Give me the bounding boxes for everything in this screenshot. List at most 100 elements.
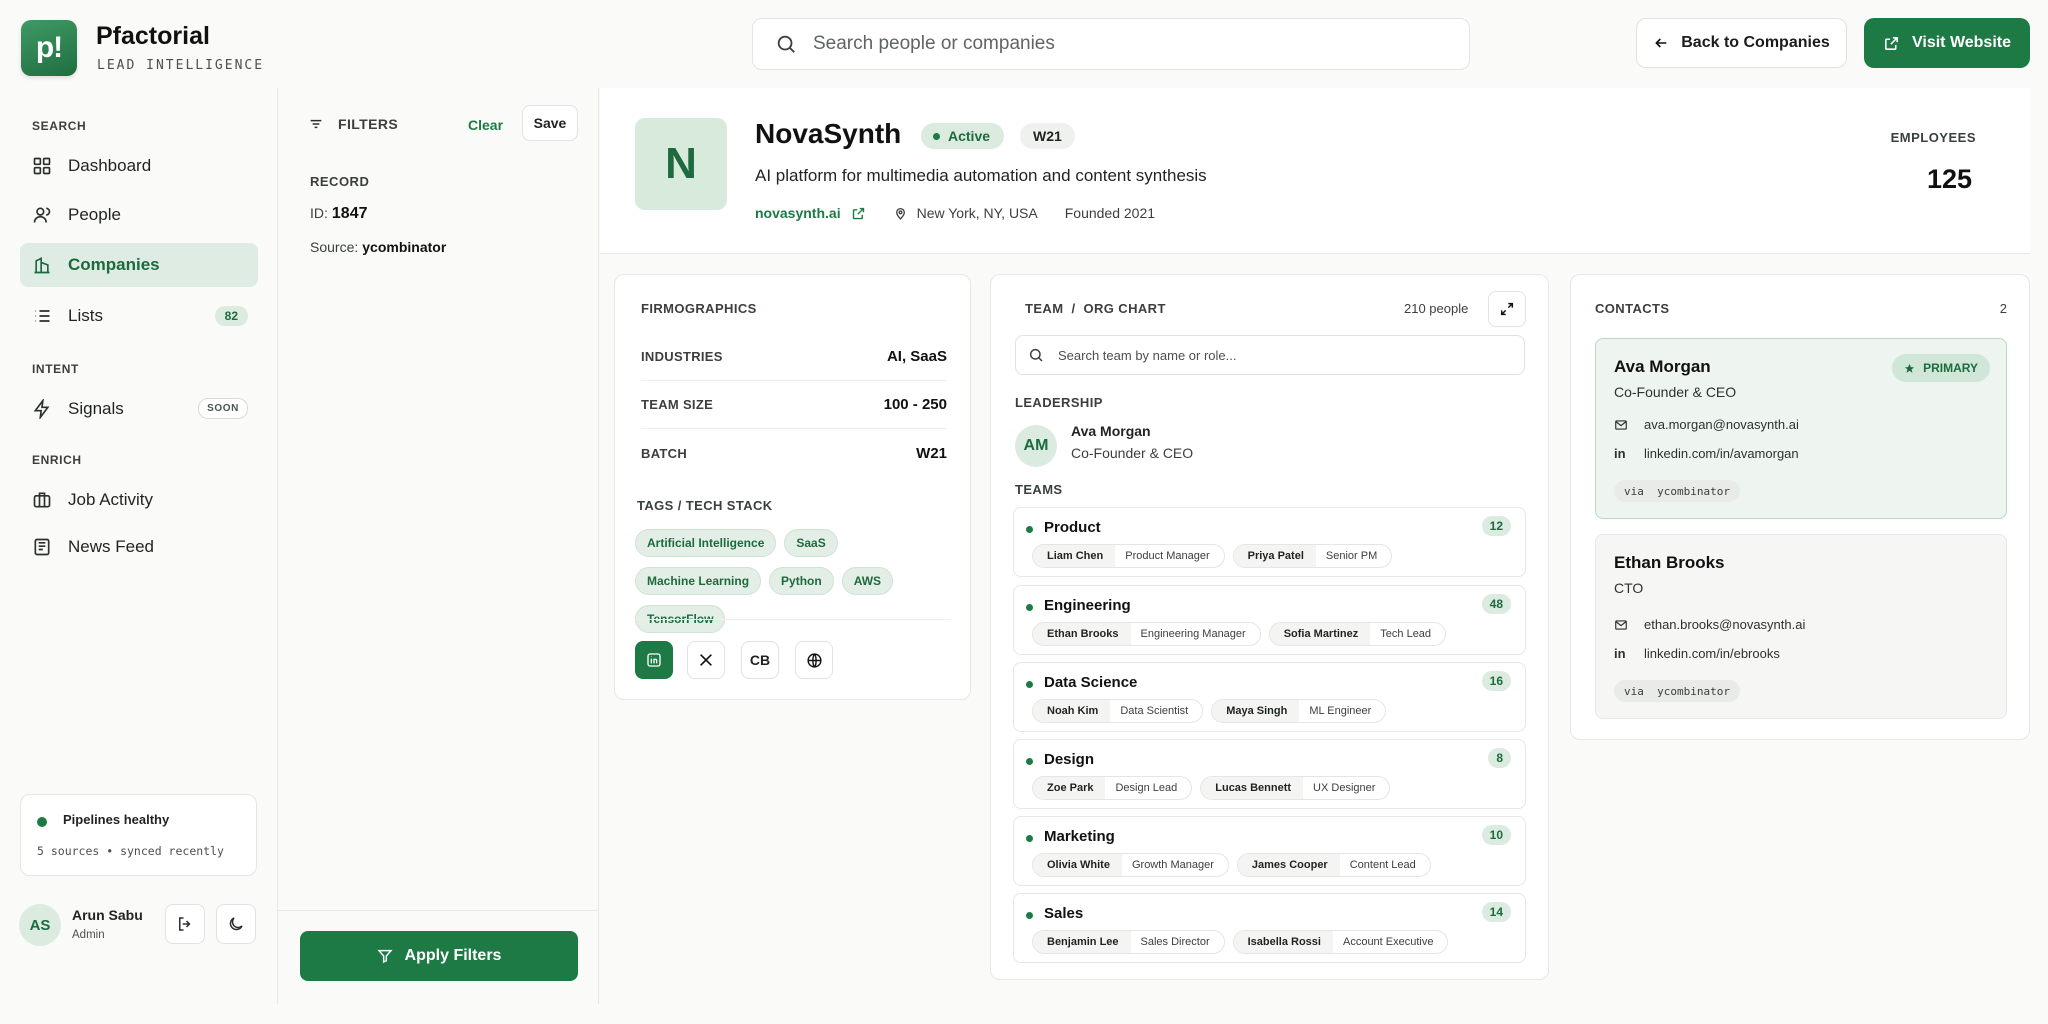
sidebar-item-dashboard[interactable]: Dashboard: [20, 144, 258, 188]
apply-filters-button[interactable]: Apply Filters: [300, 931, 578, 981]
contact-email: ethan.brooks@novasynth.ai: [1644, 617, 1806, 632]
sidebar-item-lists[interactable]: Lists 82: [20, 294, 258, 338]
member-name: Ethan Brooks: [1033, 623, 1131, 645]
leader-name[interactable]: Ava Morgan: [1071, 423, 1151, 439]
member-role: UX Designer: [1313, 782, 1376, 794]
contact-linkedin-row[interactable]: in linkedin.com/in/ebrooks: [1614, 646, 1780, 661]
team-row-product[interactable]: Product 12 Liam Chen Product Manager Priy…: [1013, 507, 1526, 577]
record-id: ID: 1847: [310, 205, 367, 223]
avatar[interactable]: AM: [1015, 425, 1057, 467]
member-pill[interactable]: Maya Singh ML Engineer: [1211, 699, 1387, 723]
save-filters-button[interactable]: Save: [522, 105, 578, 141]
building-icon: [32, 255, 52, 275]
batch-badge: W21: [1020, 123, 1075, 149]
team-row-marketing[interactable]: Marketing 10 Olivia White Growth Manager …: [1013, 816, 1526, 886]
tag[interactable]: Artificial Intelligence: [635, 529, 777, 557]
member-pill[interactable]: Priya Patel Senior PM: [1232, 544, 1393, 568]
visit-website-button[interactable]: Visit Website: [1864, 18, 2030, 68]
team-name: Data Science: [1044, 674, 1138, 691]
linkedin-button[interactable]: [635, 641, 673, 679]
team-name: Engineering: [1044, 597, 1131, 614]
member-pill[interactable]: Noah Kim Data Scientist: [1032, 699, 1204, 723]
member-pill[interactable]: Olivia White Growth Manager: [1032, 853, 1229, 877]
company-website-link[interactable]: novasynth.ai: [755, 205, 841, 221]
brand-initials: p!: [35, 31, 63, 64]
team-dot: [1026, 681, 1033, 688]
team-search-input[interactable]: Search team by name or role...: [1015, 335, 1525, 375]
expand-button[interactable]: [1488, 291, 1526, 327]
contact-email-row[interactable]: ethan.brooks@novasynth.ai: [1614, 617, 1805, 632]
member-pill[interactable]: James Cooper Content Lead: [1236, 853, 1431, 877]
team-count-badge: 10: [1481, 825, 1511, 845]
member-name: Isabella Rossi: [1233, 931, 1333, 953]
member-pill[interactable]: Zoe Park Design Lead: [1032, 776, 1193, 800]
x-logo-icon: [698, 652, 714, 668]
tag[interactable]: Machine Learning: [635, 567, 762, 595]
tag[interactable]: AWS: [841, 567, 894, 595]
member-role: Content Lead: [1349, 859, 1416, 871]
team-count-badge: 12: [1481, 516, 1511, 536]
team-dot: [1026, 526, 1033, 533]
status-label: Active: [948, 128, 991, 144]
team-name: Marketing: [1044, 828, 1115, 845]
pipeline-status-detail: 5 sources • synced recently: [37, 844, 224, 858]
member-role: Account Executive: [1342, 936, 1434, 948]
funnel-icon: [376, 948, 393, 964]
sidebar-item-people[interactable]: People: [20, 193, 258, 237]
sidebar-item-news-feed[interactable]: News Feed: [20, 525, 258, 569]
team-members: Zoe Park Design Lead Lucas Bennett UX Desi…: [1032, 776, 1391, 800]
theme-toggle-button[interactable]: [216, 904, 256, 944]
external-link-icon: [1883, 35, 1900, 52]
tag[interactable]: SaaS: [784, 529, 838, 557]
primary-label: PRIMARY: [1923, 361, 1978, 375]
team-name: Design: [1044, 751, 1095, 768]
back-to-companies-button[interactable]: Back to Companies: [1636, 18, 1847, 68]
external-link-icon[interactable]: [851, 206, 866, 221]
brand-logo[interactable]: p!: [21, 20, 77, 76]
member-pill[interactable]: Sofia Martinez Tech Lead: [1268, 622, 1447, 646]
user-avatar[interactable]: AS: [19, 904, 61, 946]
team-count-badge: 8: [1488, 748, 1511, 768]
team-dot: [1026, 758, 1033, 765]
sidebar-item-job-activity[interactable]: Job Activity: [20, 478, 258, 522]
website-button[interactable]: [795, 641, 833, 679]
crunchbase-button[interactable]: CB: [741, 641, 779, 679]
contact-card[interactable]: Ethan Brooks CTO ethan.brooks@novasynth.…: [1595, 534, 2007, 719]
team-members: Ethan Brooks Engineering Manager Sofia Ma…: [1032, 622, 1447, 646]
team-row-data-science[interactable]: Data Science 16 Noah Kim Data Scientist M…: [1013, 662, 1526, 732]
member-pill[interactable]: Isabella Rossi Account Executive: [1232, 930, 1449, 954]
company-founded: Founded 2021: [1064, 205, 1156, 221]
contact-card[interactable]: Ava Morgan PRIMARY Co-Founder & CEO ava.…: [1595, 338, 2007, 519]
firmographics-row: TEAM SIZE 100 - 250: [641, 381, 947, 429]
contact-linkedin-row[interactable]: in linkedin.com/in/avamorgan: [1614, 446, 1799, 461]
contact-email-row[interactable]: ava.morgan@novasynth.ai: [1614, 417, 1799, 432]
team-row-design[interactable]: Design 8 Zoe Park Design Lead Lucas Benne…: [1013, 739, 1526, 809]
team-row-sales[interactable]: Sales 14 Benjamin Lee Sales Director Isab…: [1013, 893, 1526, 963]
sidebar-item-signals[interactable]: Signals SOON: [20, 387, 258, 431]
member-pill[interactable]: Lucas Bennett UX Designer: [1200, 776, 1391, 800]
section-label-enrich: ENRICH: [32, 453, 82, 467]
user-name: Arun Sabu: [72, 907, 143, 923]
sidebar-item-label: News Feed: [68, 537, 154, 556]
teams-label: TEAMS: [1015, 482, 1063, 497]
member-pill[interactable]: Liam Chen Product Manager: [1032, 544, 1225, 568]
member-name: Zoe Park: [1033, 777, 1106, 799]
member-name: Benjamin Lee: [1033, 931, 1131, 953]
member-pill[interactable]: Ethan Brooks Engineering Manager: [1032, 622, 1261, 646]
logout-button[interactable]: [165, 904, 205, 944]
apply-filters-label: Apply Filters: [404, 947, 502, 964]
firmographics-row: BATCH W21: [641, 429, 947, 477]
global-search-input[interactable]: Search people or companies: [752, 18, 1470, 70]
tag[interactable]: Python: [769, 567, 834, 595]
clear-filters-button[interactable]: Clear: [468, 117, 503, 133]
record-id-label: ID:: [310, 205, 328, 221]
status-dot: [37, 817, 47, 827]
team-count-badge: 14: [1481, 902, 1511, 922]
member-pill[interactable]: Benjamin Lee Sales Director: [1032, 930, 1225, 954]
linkedin-icon: [646, 652, 662, 668]
team-row-engineering[interactable]: Engineering 48 Ethan Brooks Engineering M…: [1013, 585, 1526, 655]
x-twitter-button[interactable]: [687, 641, 725, 679]
leadership-label: LEADERSHIP: [1015, 395, 1103, 410]
sidebar-item-companies[interactable]: Companies: [20, 243, 258, 287]
list-icon: [32, 306, 52, 326]
